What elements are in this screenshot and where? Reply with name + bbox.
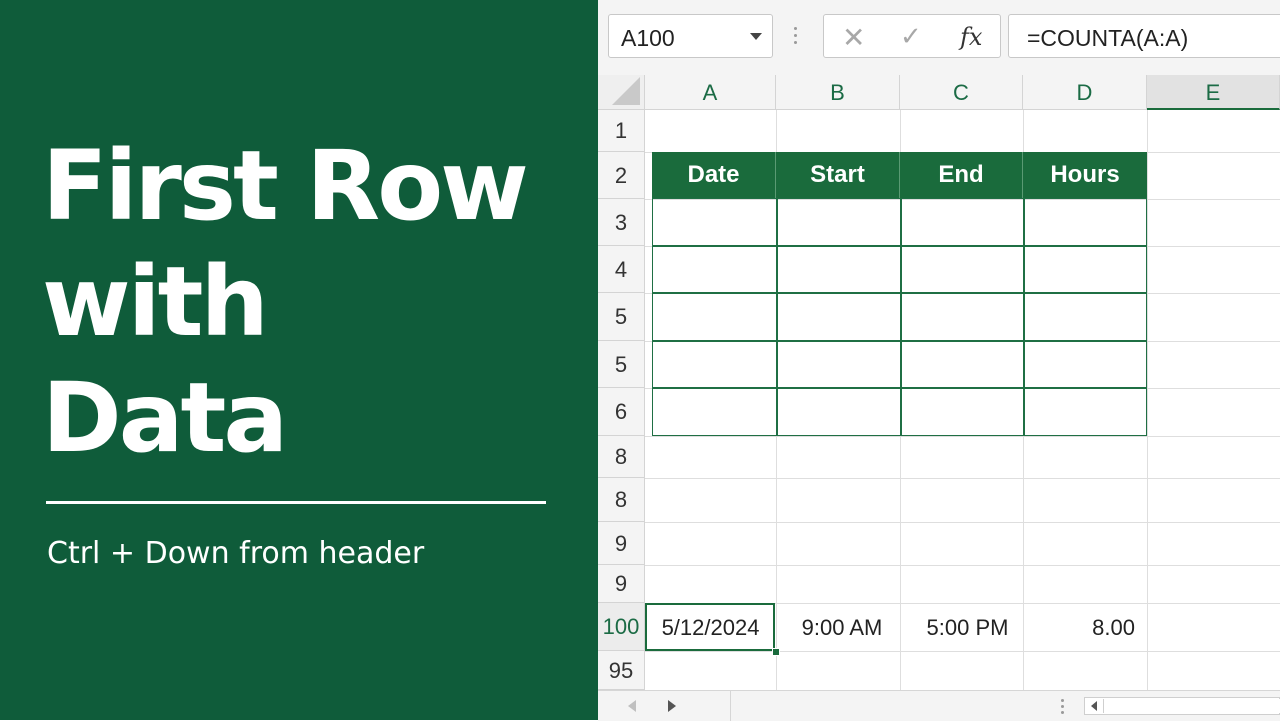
row-header[interactable]: 95: [598, 651, 645, 690]
row-header[interactable]: 8: [598, 436, 645, 478]
select-all-corner[interactable]: [598, 75, 645, 110]
table-border: [652, 245, 1147, 247]
title-line-2: with: [42, 246, 269, 358]
title-panel: First Row with Data Ctrl + Down from hea…: [0, 0, 598, 720]
table-border: [652, 292, 1147, 294]
row-header[interactable]: 2: [598, 152, 645, 199]
title-line-3: Data: [42, 362, 288, 474]
formula-text: =COUNTA(A:A): [1027, 25, 1189, 51]
gridline: [645, 565, 1280, 566]
active-cell-outline: [645, 603, 775, 651]
row-header[interactable]: 9: [598, 522, 645, 565]
row-header[interactable]: 1: [598, 110, 645, 152]
row-header[interactable]: 5: [598, 293, 645, 341]
table-border: [1023, 198, 1025, 436]
row-header[interactable]: 5: [598, 341, 645, 388]
cell-c100[interactable]: 5:00 PM: [900, 605, 1023, 651]
table-header-end[interactable]: End: [900, 152, 1023, 198]
check-icon[interactable]: ✓: [900, 21, 922, 52]
more-vertical-icon: [794, 27, 798, 47]
separator: [730, 691, 731, 721]
horizontal-scrollbar[interactable]: [1084, 697, 1280, 715]
name-box[interactable]: A100: [608, 14, 773, 58]
column-header-c[interactable]: C: [900, 75, 1023, 110]
scroll-right-icon[interactable]: [668, 700, 676, 712]
name-box-value: A100: [621, 25, 675, 51]
spreadsheet-window: A100 ✕ ✓ fx =COUNTA(A:A) A B C D E 1 2 3…: [598, 0, 1280, 721]
table-header-start[interactable]: Start: [776, 152, 900, 198]
table-header-hours[interactable]: Hours: [1023, 152, 1147, 198]
column-header-b[interactable]: B: [776, 75, 900, 110]
fill-handle[interactable]: [772, 648, 780, 656]
formula-bar: A100 ✕ ✓ fx =COUNTA(A:A): [598, 0, 1280, 76]
column-header-d[interactable]: D: [1023, 75, 1147, 110]
gridline: [645, 522, 1280, 523]
sheet-bottom-bar: [598, 690, 1280, 721]
row-header[interactable]: 3: [598, 199, 645, 246]
cell-d100[interactable]: 8.00: [1023, 605, 1135, 651]
gridline: [645, 436, 1280, 437]
gridline: [645, 478, 1280, 479]
cell-b100[interactable]: 9:00 AM: [776, 605, 900, 651]
column-header-a[interactable]: A: [645, 75, 776, 110]
slide-title: First Row with Data: [42, 128, 529, 476]
scroll-left-arrow-icon[interactable]: [1091, 701, 1097, 711]
scroll-left-icon[interactable]: [628, 700, 636, 712]
title-line-1: First Row: [42, 130, 529, 242]
column-header-e[interactable]: E: [1147, 75, 1280, 110]
table-border: [900, 198, 902, 436]
more-vertical-icon: [1061, 699, 1064, 717]
row-header[interactable]: 4: [598, 246, 645, 293]
table-border: [776, 198, 778, 436]
insert-function-icon[interactable]: fx: [960, 23, 982, 51]
row-header[interactable]: 8: [598, 478, 645, 522]
table-border: [652, 340, 1147, 342]
row-header[interactable]: 6: [598, 388, 645, 436]
row-header-selected[interactable]: 100: [598, 603, 645, 651]
cancel-icon[interactable]: ✕: [842, 21, 865, 54]
divider: [46, 501, 546, 504]
table-header-date[interactable]: Date: [652, 152, 776, 198]
slide-subtitle: Ctrl + Down from header: [47, 536, 425, 571]
table-border: [652, 387, 1147, 389]
chevron-down-icon[interactable]: [750, 33, 762, 40]
formula-controls: ✕ ✓ fx: [823, 14, 1001, 58]
scrollbar-thumb[interactable]: [1103, 699, 1280, 713]
row-header[interactable]: 9: [598, 565, 645, 603]
sheet-grid[interactable]: A B C D E 1 2 3 4 5 5 6 8 8 9 9 100 95 D…: [598, 75, 1280, 690]
gridline: [645, 651, 1280, 652]
formula-input[interactable]: =COUNTA(A:A): [1008, 14, 1280, 58]
